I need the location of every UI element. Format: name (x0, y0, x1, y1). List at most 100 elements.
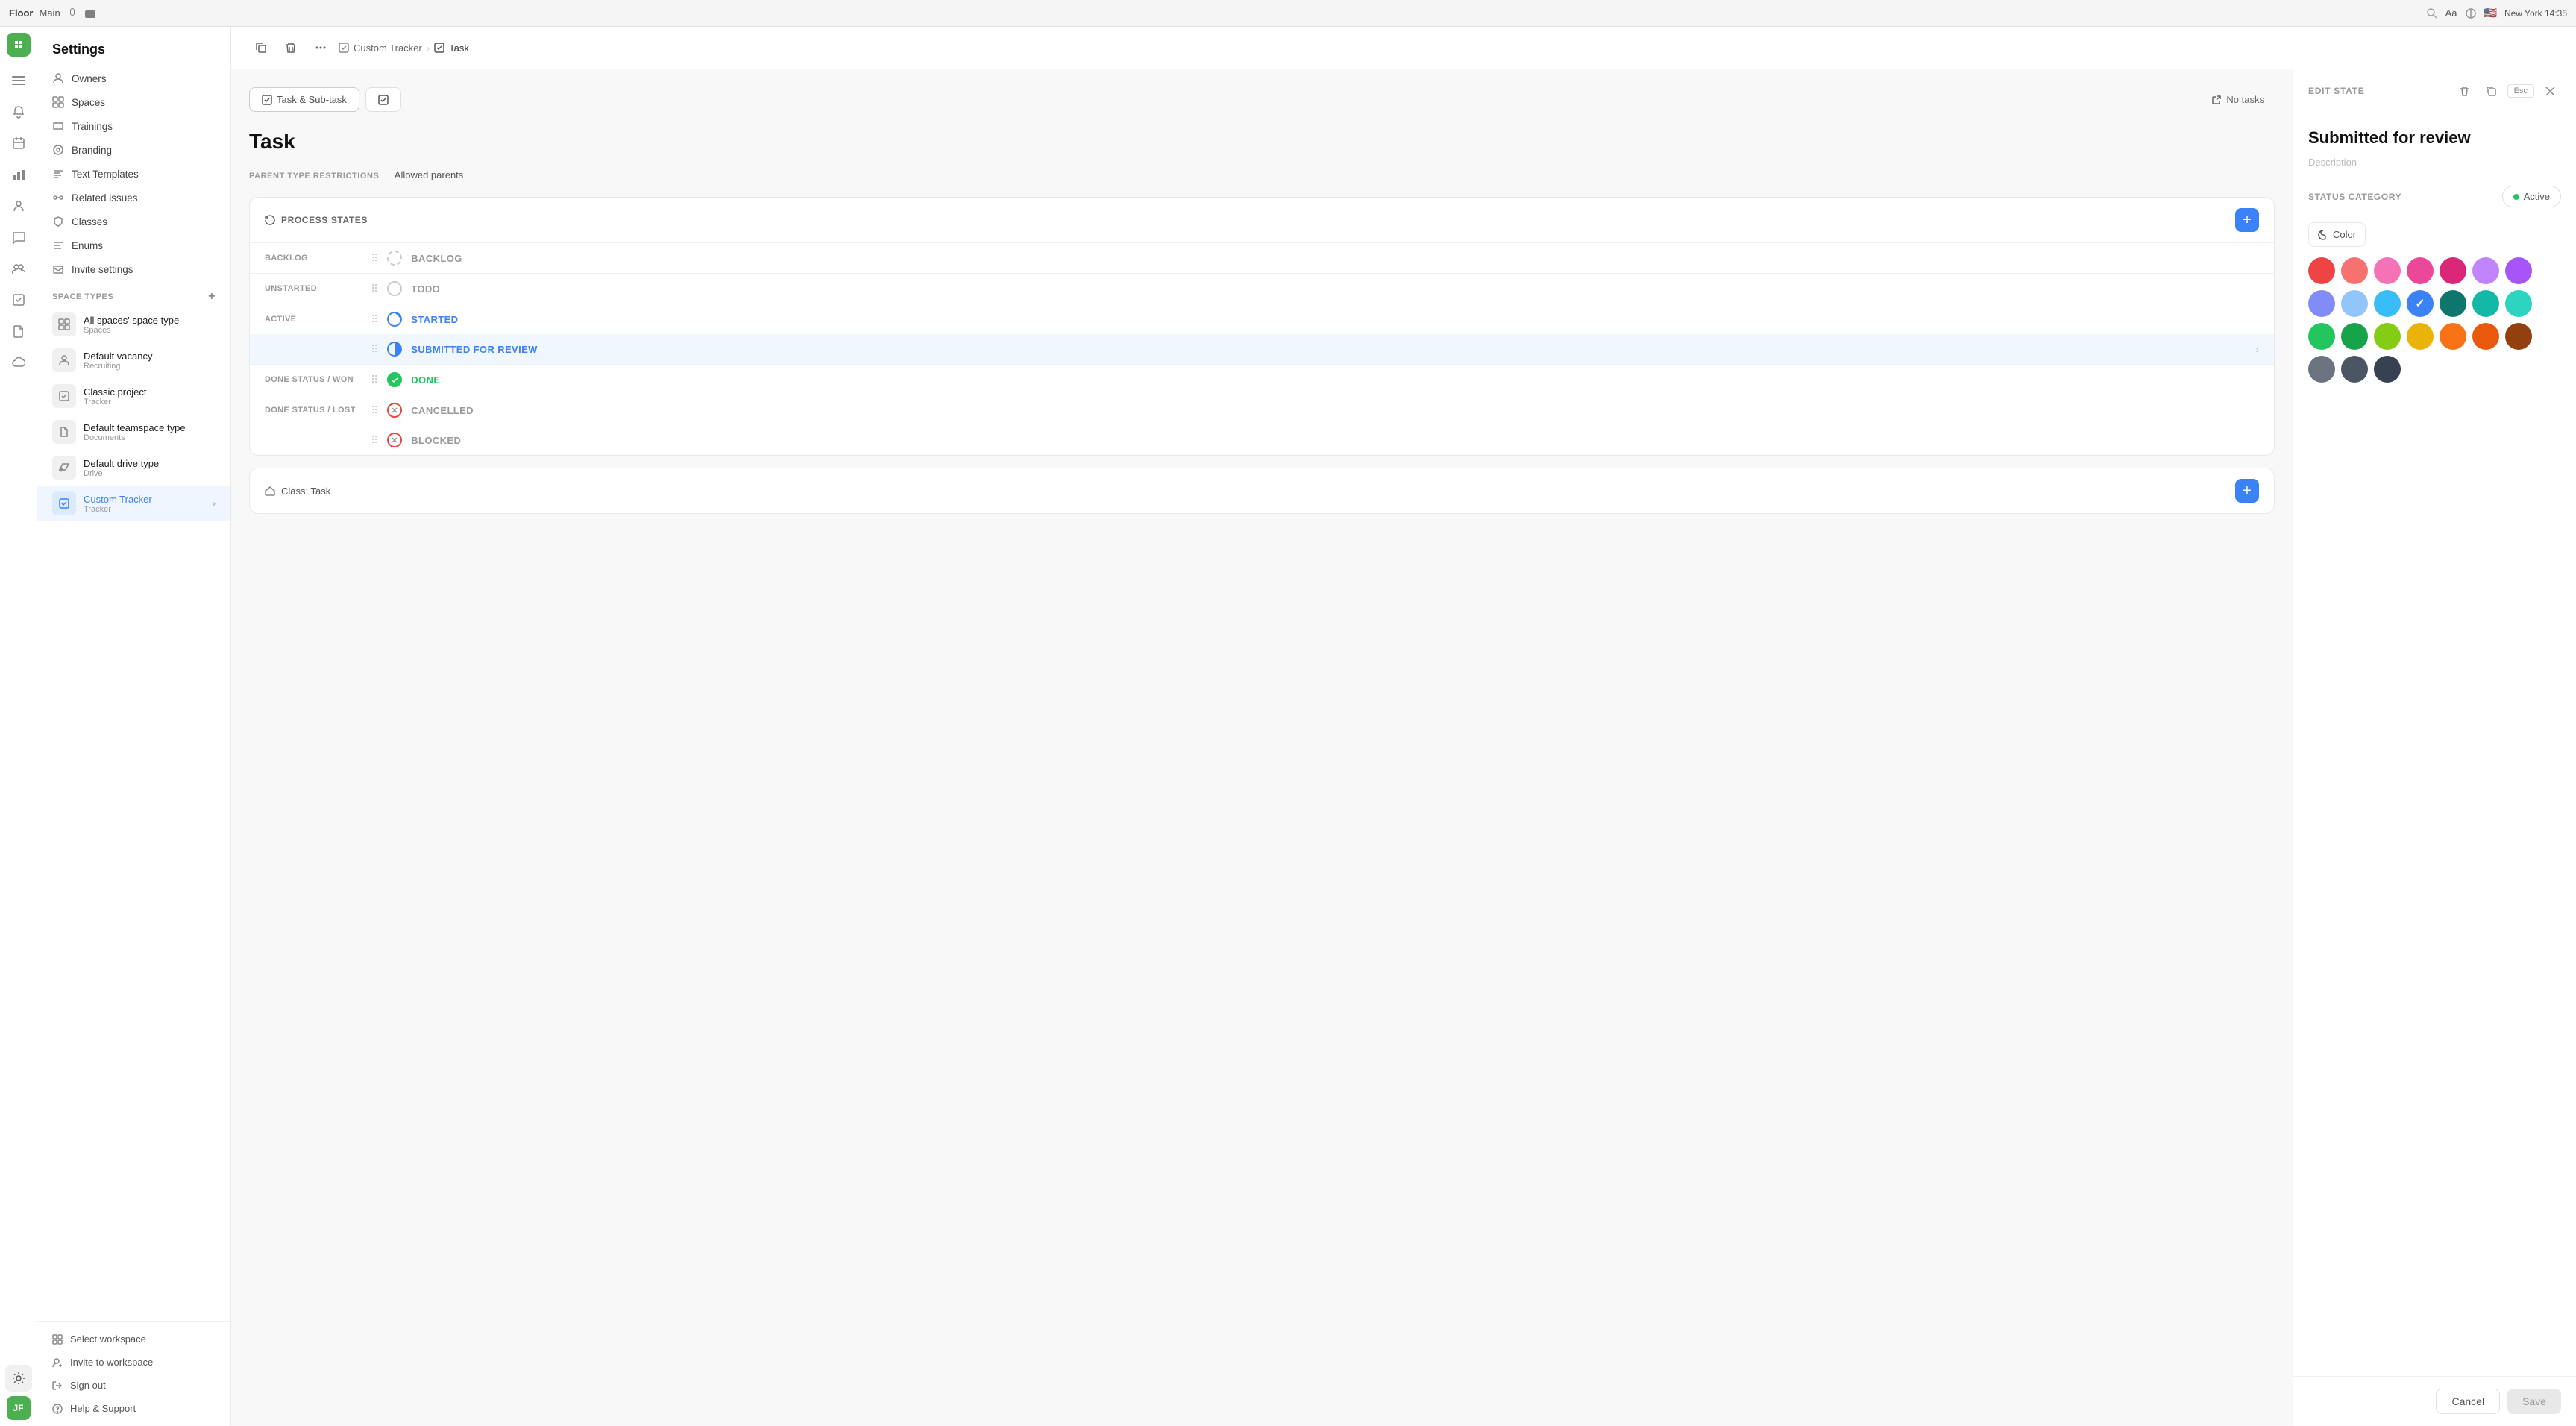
close-panel-button[interactable] (2539, 80, 2561, 102)
add-space-type-button[interactable]: + (208, 290, 216, 304)
nav-person-icon[interactable] (5, 192, 32, 219)
page-title: Task (249, 130, 2275, 154)
color-swatch-amber[interactable] (2440, 323, 2466, 350)
sidebar-item-related-issues[interactable]: Related issues (37, 186, 230, 210)
select-workspace-item[interactable]: Select workspace (37, 1328, 230, 1351)
teamspace-icon (52, 420, 76, 444)
color-swatch-lime[interactable] (2374, 323, 2401, 350)
right-panel: EDIT STATE Esc (2293, 69, 2576, 1426)
sidebar-item-text-templates[interactable]: Text Templates (37, 162, 230, 186)
nav-settings-icon[interactable] (5, 1365, 32, 1392)
color-swatch-pink-light[interactable] (2374, 257, 2401, 284)
add-state-button[interactable]: + (2235, 208, 2259, 232)
allowed-parents-value: Allowed parents (395, 169, 464, 180)
done-drag-handle[interactable]: ⠿ (371, 374, 378, 386)
breadcrumb-custom-tracker[interactable]: Custom Tracker (354, 43, 422, 54)
theme-icon[interactable] (2465, 7, 2477, 19)
add-class-button[interactable]: + (2235, 479, 2259, 503)
color-swatch-red[interactable] (2308, 257, 2335, 284)
breadcrumb-task: Task (449, 43, 469, 54)
space-type-default-vacancy[interactable]: Default vacancy Recruiting (37, 342, 230, 378)
aa-icon[interactable]: Aa (2445, 7, 2457, 19)
color-swatch-purple-light[interactable] (2472, 257, 2499, 284)
nav-calendar-icon[interactable] (5, 130, 32, 157)
nav-bell-icon[interactable] (5, 98, 32, 125)
delete-header-button[interactable] (279, 36, 303, 60)
sidebar-item-invite-settings[interactable]: Invite settings (37, 257, 230, 281)
sidebar-item-trainings[interactable]: Trainings (37, 114, 230, 138)
sidebar-item-enums[interactable]: Enums (37, 233, 230, 257)
color-swatch-gray-dark[interactable] (2341, 356, 2368, 383)
mic-icon[interactable] (66, 7, 78, 19)
sign-out-item[interactable]: Sign out (37, 1374, 230, 1397)
space-type-all-spaces[interactable]: All spaces' space type Spaces (37, 307, 230, 342)
sidebar-item-owners[interactable]: Owners (37, 66, 230, 90)
color-swatch-blue[interactable] (2407, 290, 2434, 317)
color-swatch-green-dark[interactable] (2341, 323, 2368, 350)
submitted-state-name: SUBMITTED FOR REVIEW (411, 344, 2246, 355)
color-swatch-pink[interactable] (2407, 257, 2434, 284)
nav-menu-icon[interactable] (5, 67, 32, 94)
color-swatch-indigo[interactable] (2308, 290, 2335, 317)
color-swatch-yellow[interactable] (2407, 323, 2434, 350)
color-swatch-purple[interactable] (2505, 257, 2532, 284)
camera-icon[interactable] (84, 7, 96, 19)
search-icon[interactable] (2426, 7, 2438, 19)
space-type-classic-project[interactable]: Classic project Tracker (37, 378, 230, 414)
invite-workspace-item[interactable]: Invite to workspace (37, 1351, 230, 1374)
nav-cloud-icon[interactable] (5, 349, 32, 376)
sidebar-item-invite-settings-label: Invite settings (72, 264, 133, 275)
color-swatch-pink-dark[interactable] (2440, 257, 2466, 284)
tab-check[interactable] (365, 87, 401, 112)
no-tasks-button[interactable]: No tasks (2201, 87, 2275, 112)
backlog-drag-handle[interactable]: ⠿ (371, 252, 378, 265)
status-category-badge[interactable]: Active (2502, 186, 2561, 207)
color-swatch-blue-light[interactable] (2341, 290, 2368, 317)
space-type-default-drive[interactable]: Default drive type Drive (37, 450, 230, 486)
started-drag-handle[interactable]: ⠿ (371, 313, 378, 326)
color-swatch-teal-light[interactable] (2505, 290, 2532, 317)
space-type-custom-tracker[interactable]: Custom Tracker Tracker › (37, 486, 230, 521)
done-category-label: DONE STATUS / WON (265, 375, 362, 384)
color-swatch-coral[interactable] (2341, 257, 2368, 284)
tab-task-subtask[interactable]: Task & Sub-task (249, 87, 359, 112)
state-row-submitted[interactable]: ⠿ SUBMITTED FOR REVIEW › (250, 334, 2274, 364)
user-avatar[interactable]: JF (7, 1396, 31, 1420)
nav-chart-icon[interactable] (5, 161, 32, 188)
sidebar-item-branding[interactable]: Branding (37, 138, 230, 162)
sidebar-item-classes[interactable]: Classes (37, 210, 230, 233)
color-swatch-gray[interactable] (2308, 356, 2335, 383)
state-group-unstarted: UNSTARTED ⠿ TODO (250, 274, 2274, 304)
color-swatch-gray-darker[interactable] (2374, 356, 2401, 383)
space-type-default-teamspace[interactable]: Default teamspace type Documents (37, 414, 230, 450)
app-logo[interactable] (7, 33, 31, 57)
nav-tasks-icon[interactable] (5, 286, 32, 313)
nav-chat-icon[interactable] (5, 224, 32, 251)
nav-doc-icon[interactable] (5, 318, 32, 345)
delete-state-button[interactable] (2454, 80, 2476, 102)
blocked-drag-handle[interactable]: ⠿ (371, 434, 378, 447)
color-swatch-teal[interactable] (2472, 290, 2499, 317)
cancel-button[interactable]: Cancel (2436, 1389, 2500, 1414)
help-support-item[interactable]: Help & Support (37, 1397, 230, 1420)
todo-drag-handle[interactable]: ⠿ (371, 283, 378, 295)
more-header-button[interactable] (309, 36, 333, 60)
sidebar-item-spaces[interactable]: Spaces (37, 90, 230, 114)
cancelled-drag-handle[interactable]: ⠿ (371, 404, 378, 417)
copy-state-button[interactable] (2481, 80, 2503, 102)
color-swatch-sky[interactable] (2374, 290, 2401, 317)
color-section-header[interactable]: Color (2308, 222, 2366, 247)
copy-header-button[interactable] (249, 36, 273, 60)
color-swatch-orange[interactable] (2472, 323, 2499, 350)
save-button[interactable]: Save (2507, 1389, 2561, 1414)
esc-badge[interactable]: Esc (2507, 84, 2534, 98)
color-swatch-brown[interactable] (2505, 323, 2532, 350)
color-swatch-teal-dark[interactable] (2440, 290, 2466, 317)
color-swatch-green[interactable] (2308, 323, 2335, 350)
all-spaces-icon (52, 312, 76, 336)
help-support-label: Help & Support (70, 1403, 136, 1414)
nav-group-icon[interactable] (5, 255, 32, 282)
main-body: Task & Sub-task No tasks Task PARENT TYP… (231, 69, 2576, 1426)
right-panel-footer: Cancel Save (2293, 1376, 2576, 1426)
submitted-drag-handle[interactable]: ⠿ (371, 343, 378, 356)
